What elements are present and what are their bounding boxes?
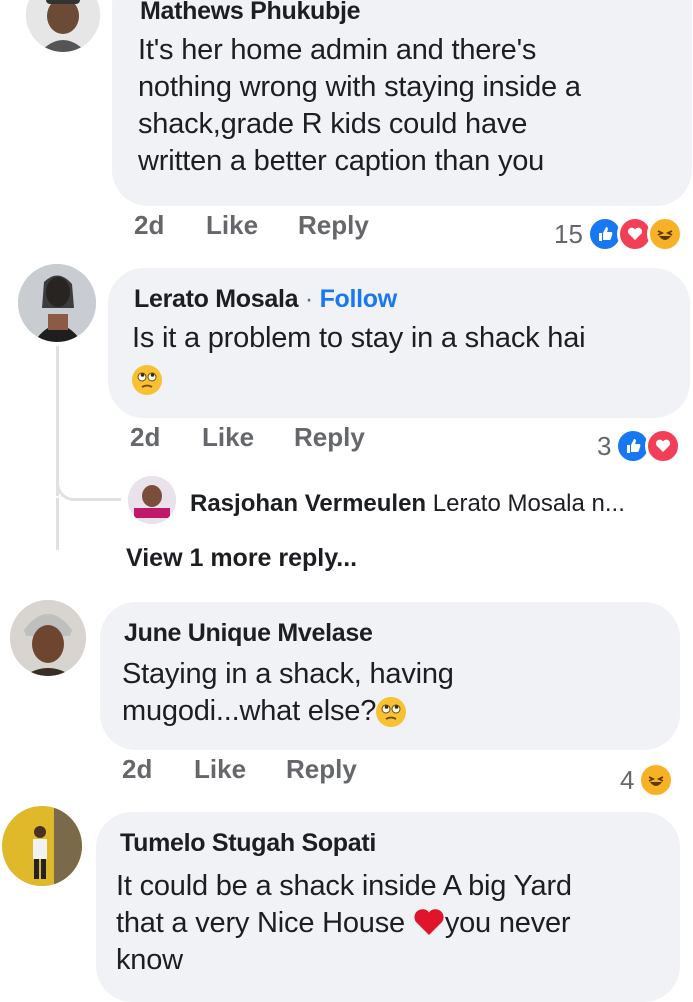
reply-preview[interactable]: Rasjohan Vermeulen Lerato Mosala n... xyxy=(190,490,625,518)
avatar-tumelo[interactable] xyxy=(2,806,82,886)
comment-bubble: June Unique Mvelase Staying in a shack, … xyxy=(100,602,680,750)
comment-text-segment: that a very Nice House xyxy=(116,907,405,939)
comment-bubble: Lerato Mosala · Follow Is it a problem t… xyxy=(108,268,690,418)
comment-text-line: nothing wrong with staying inside a xyxy=(138,71,581,103)
avatar-rasjohan[interactable] xyxy=(128,476,176,524)
like-button[interactable]: Like xyxy=(194,754,246,785)
comment-author-line: Lerato Mosala · Follow xyxy=(134,284,397,314)
avatar-photo-icon xyxy=(2,806,82,886)
avatar-lerato[interactable] xyxy=(18,264,96,342)
emoji-line xyxy=(132,357,585,398)
comment-bubble: Mathews Phukubje It's her home admin and… xyxy=(112,0,692,206)
comment-time: 2d xyxy=(122,754,153,784)
comment-time: 2d xyxy=(130,422,161,452)
comment-text-line: know xyxy=(116,944,183,976)
comment-author[interactable]: Lerato Mosala xyxy=(134,285,299,313)
red-heart-icon xyxy=(414,909,444,935)
comment-time: 2d xyxy=(134,210,165,240)
haha-icon xyxy=(638,762,675,798)
comment-author[interactable]: June Unique Mvelase xyxy=(124,618,373,648)
reaction-summary[interactable]: 4 xyxy=(620,762,675,798)
reaction-count: 15 xyxy=(554,218,583,249)
reply-snippet: Lerato Mosala n... xyxy=(432,490,625,517)
avatar-photo-icon xyxy=(10,600,86,676)
comment-author[interactable]: Tumelo Stugah Sopati xyxy=(120,828,376,858)
avatar-june[interactable] xyxy=(10,600,86,676)
comment-text-line: mugodi...what else? xyxy=(122,693,454,730)
comment-text: It's her home admin and there's nothing … xyxy=(138,32,581,180)
comment-text-line: It's her home admin and there's xyxy=(138,34,537,66)
avatar-photo-icon xyxy=(18,264,96,342)
view-more-replies-link[interactable]: View 1 more reply... xyxy=(126,544,357,573)
reply-button[interactable]: Reply xyxy=(294,422,365,453)
rolling-eyes-emoji xyxy=(376,697,407,728)
follow-button[interactable]: Follow xyxy=(320,285,398,313)
comment-text: Is it a problem to stay in a shack hai xyxy=(132,320,586,398)
comment-text-line: written a better caption than you xyxy=(138,145,545,177)
avatar-photo-icon xyxy=(26,0,100,52)
comment-text: It could be a shack inside A big Yard th… xyxy=(116,868,572,979)
comment-text-line: that a very Nice House you never xyxy=(116,905,572,942)
like-button[interactable]: Like xyxy=(202,422,254,453)
comment-text: Staying in a shack, having mugodi...what… xyxy=(122,656,454,730)
avatar-mathews[interactable] xyxy=(26,0,100,52)
comment-bubble: Tumelo Stugah Sopati It could be a shack… xyxy=(96,812,680,1002)
comment-text-segment: mugodi...what else? xyxy=(122,695,377,727)
reaction-summary[interactable]: 15 xyxy=(554,216,683,252)
reply-button[interactable]: Reply xyxy=(286,754,357,785)
comment-text-segment: you never xyxy=(444,907,571,939)
haha-icon xyxy=(646,216,683,252)
rolling-eyes-emoji xyxy=(132,365,162,396)
reply-author: Rasjohan Vermeulen xyxy=(190,490,427,517)
thread-line xyxy=(56,498,59,550)
comment-text-line: Is it a problem to stay in a shack hai xyxy=(132,322,586,354)
reply-button[interactable]: Reply xyxy=(298,210,369,241)
comment-text-line: It could be a shack inside A big Yard xyxy=(116,870,572,902)
reaction-count: 3 xyxy=(597,430,612,461)
love-icon xyxy=(645,428,682,464)
comment-author[interactable]: Mathews Phukubje xyxy=(140,0,361,26)
reaction-summary[interactable]: 3 xyxy=(597,428,682,464)
avatar-photo-icon xyxy=(128,476,176,524)
like-button[interactable]: Like xyxy=(206,210,258,241)
separator-dot: · xyxy=(304,285,313,313)
comment-text-line: shack,grade R kids could have xyxy=(138,108,528,140)
comment-text-line: Staying in a shack, having xyxy=(122,658,454,690)
reaction-count: 4 xyxy=(620,764,635,795)
thread-connector xyxy=(56,470,121,501)
